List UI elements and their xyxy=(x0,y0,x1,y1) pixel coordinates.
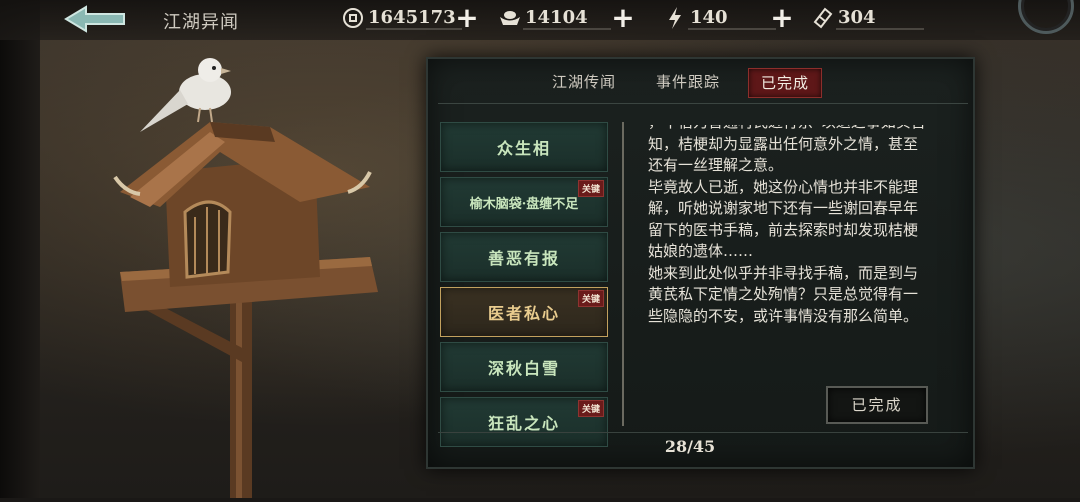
back-arrow-icon xyxy=(64,5,125,33)
stamina-resource: 140 xyxy=(662,4,776,32)
event-detail-text[interactable]: ，不宿为音通村氏近行京“以退之事如实告知，桔梗却为显露出任何意外之情，甚至还有一… xyxy=(648,125,928,357)
event-label: 狂乱之心 xyxy=(487,414,560,433)
event-list: 众生相 榆木脑袋·盘缠不足 关键 善恶有报 医者私心 关键 深秋白雪 狂乱之心 … xyxy=(440,122,608,452)
key-badge: 关键 xyxy=(577,400,604,417)
lightning-icon xyxy=(662,5,688,31)
event-label: 众生相 xyxy=(496,139,551,158)
birdhouse-illustration xyxy=(100,52,400,498)
ticket-value: 304 xyxy=(836,7,924,30)
tab-completed[interactable]: 已完成 xyxy=(748,68,823,98)
list-scroll-divider[interactable] xyxy=(622,122,624,426)
back-button[interactable] xyxy=(62,4,132,34)
coin-icon xyxy=(340,5,366,31)
coin-resource: 1645173 xyxy=(340,4,462,32)
tab-divider xyxy=(438,103,968,104)
event-item[interactable]: 狂乱之心 关键 xyxy=(440,397,608,447)
screen-title: 江湖异闻 xyxy=(163,12,239,33)
panel-bottom-line xyxy=(438,432,968,433)
silver-ingot-icon xyxy=(497,5,523,31)
stamina-add-button[interactable]: + xyxy=(769,4,795,32)
coin-add-button[interactable]: + xyxy=(454,4,480,32)
ticket-resource: 304 xyxy=(810,4,924,32)
tab-rumors[interactable]: 江湖传闻 xyxy=(540,68,628,98)
ticket-icon xyxy=(810,5,836,31)
detail-paragraph: 她来到此处似乎并非寻找手稿，而是到与黄芪私下定情之处殉情？只是总觉得有一些隐隐的… xyxy=(648,263,919,325)
silver-resource: 14104 xyxy=(497,4,611,32)
silver-value: 14104 xyxy=(523,7,611,30)
silver-add-button[interactable]: + xyxy=(610,4,636,32)
stamina-value: 140 xyxy=(688,7,776,30)
left-shadow xyxy=(0,0,40,498)
event-label: 深秋白雪 xyxy=(487,359,560,378)
tab-tracking[interactable]: 事件跟踪 xyxy=(644,68,732,98)
key-badge: 关键 xyxy=(577,290,604,307)
event-label: 榆木脑袋·盘缠不足 xyxy=(469,196,579,212)
event-item-selected[interactable]: 医者私心 关键 xyxy=(440,287,608,337)
event-item[interactable]: 善恶有报 xyxy=(440,232,608,282)
coin-value: 1645173 xyxy=(366,7,462,30)
detail-paragraph: 毕竟故人已逝，她这份心情也并非不能理解，听她说谢家地下还有一些谢回春早年留下的医… xyxy=(648,177,919,261)
event-label: 善恶有报 xyxy=(487,249,560,268)
tab-bar: 江湖传闻 事件跟踪 已完成 xyxy=(540,68,838,98)
event-item[interactable]: 榆木脑袋·盘缠不足 关键 xyxy=(440,177,608,227)
event-item[interactable]: 深秋白雪 xyxy=(440,342,608,392)
completed-button[interactable]: 已完成 xyxy=(826,386,928,424)
detail-paragraph: ，不宿为音通村氏近行京“以退之事如实告知，桔梗却为显露出任何意外之情，甚至还有一… xyxy=(648,125,926,174)
page-counter: 28/45 xyxy=(664,437,716,456)
key-badge: 关键 xyxy=(577,180,604,197)
event-label: 医者私心 xyxy=(487,304,560,323)
event-item[interactable]: 众生相 xyxy=(440,122,608,172)
